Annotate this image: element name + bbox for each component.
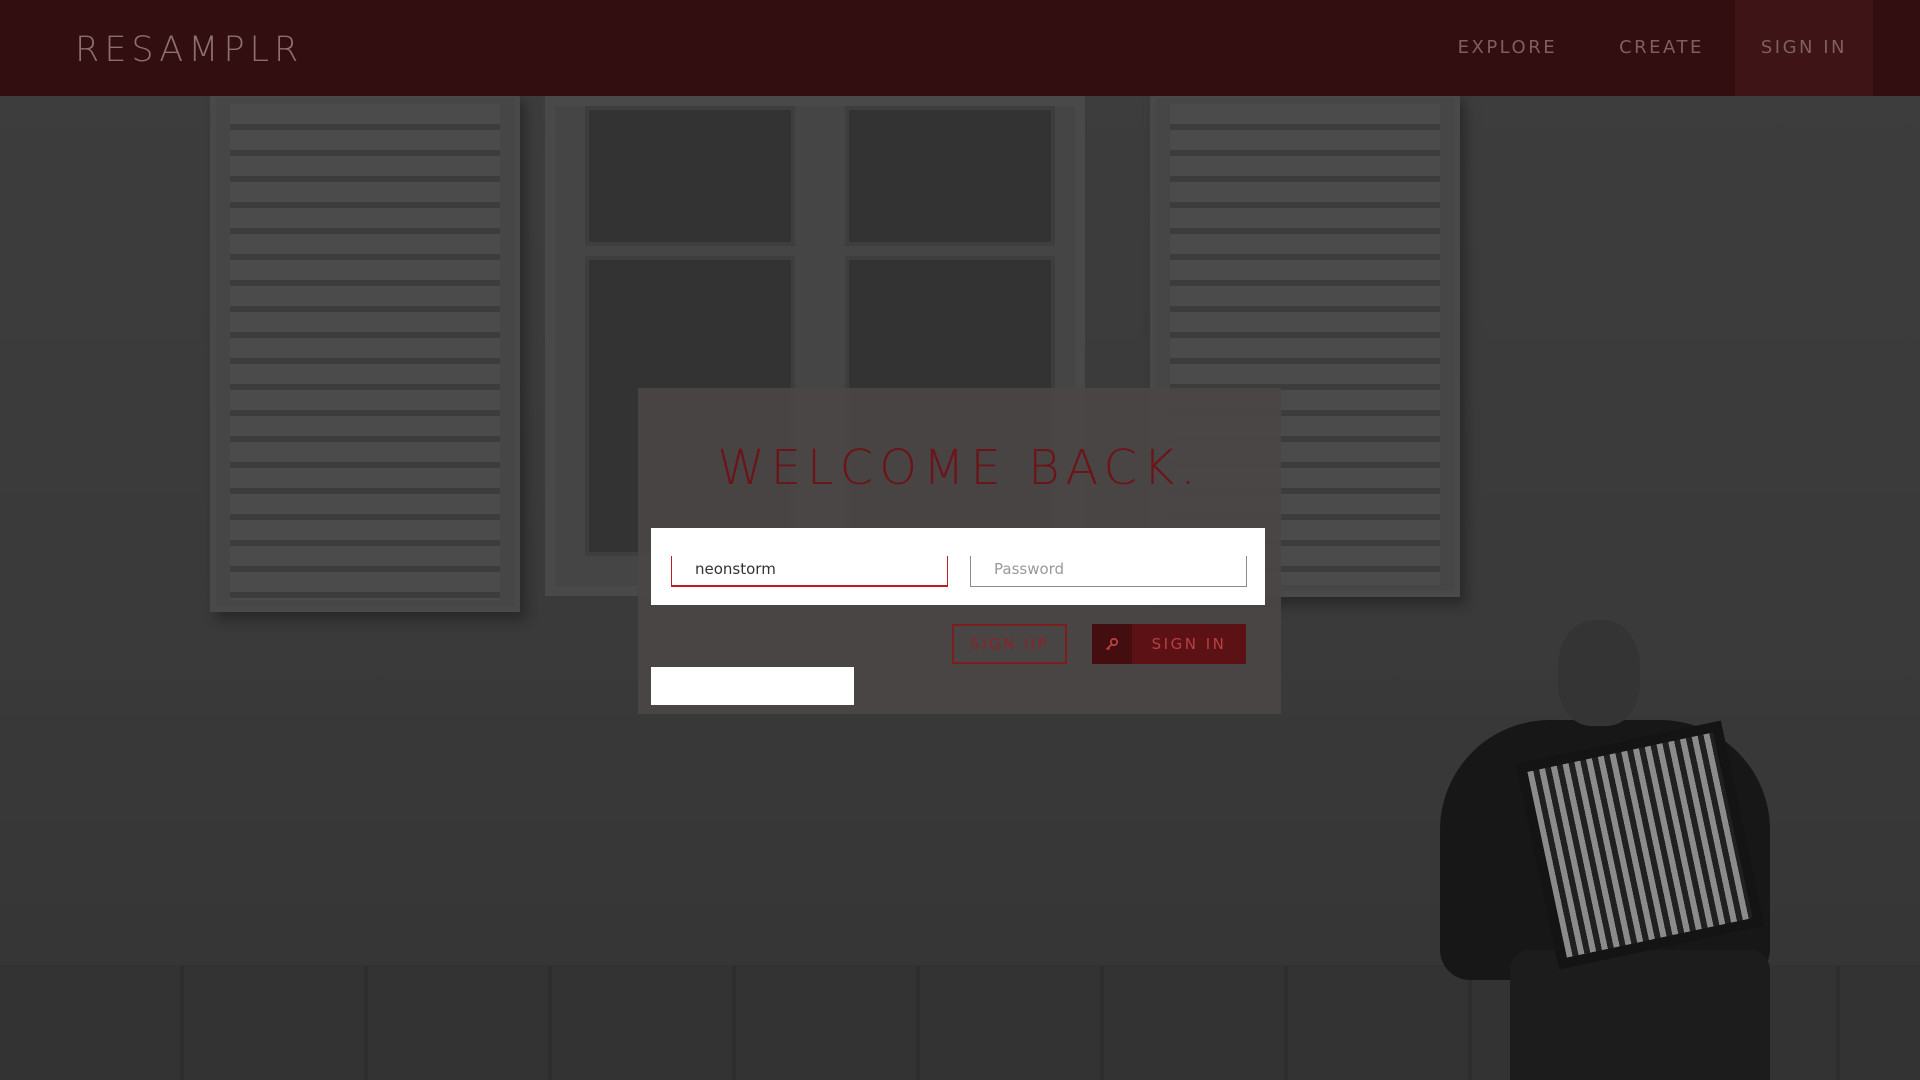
sign-in-label: SIGN IN: [1151, 635, 1227, 653]
key-icon: [1092, 624, 1132, 664]
main-nav: EXPLORE CREATE SIGN IN: [1427, 0, 1920, 96]
brand-logo[interactable]: RESAMPLR: [75, 30, 303, 70]
blank-panel: [651, 667, 854, 705]
nav-sign-in[interactable]: SIGN IN: [1734, 0, 1873, 96]
nav-explore[interactable]: EXPLORE: [1427, 0, 1589, 96]
login-card: WELCOME BACK. SIGN UP SIGN IN: [638, 388, 1281, 714]
username-input[interactable]: [671, 556, 948, 587]
login-fields: [651, 528, 1265, 605]
nav-create[interactable]: CREATE: [1588, 0, 1735, 96]
sign-in-button[interactable]: SIGN IN: [1092, 624, 1246, 664]
top-navbar: RESAMPLR EXPLORE CREATE SIGN IN: [0, 0, 1920, 96]
password-input[interactable]: [970, 556, 1247, 587]
page-title: WELCOME BACK.: [717, 440, 1202, 496]
sign-up-button[interactable]: SIGN UP: [952, 624, 1067, 664]
